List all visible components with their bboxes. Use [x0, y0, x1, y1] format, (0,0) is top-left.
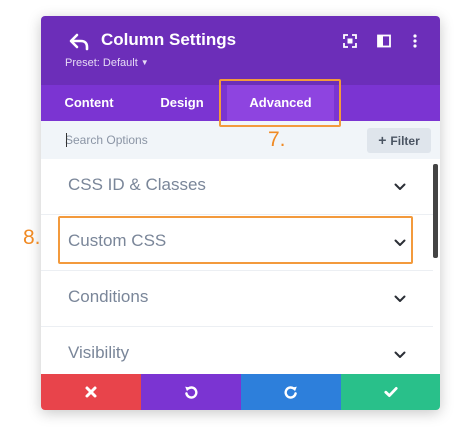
panel-header: Column Settings Preset: Default ▼	[41, 16, 440, 85]
scrollbar[interactable]	[433, 164, 438, 258]
save-button[interactable]	[341, 374, 440, 410]
panel-title: Column Settings	[101, 30, 237, 49]
chevron-down-icon	[394, 239, 406, 246]
back-arrow-icon[interactable]	[67, 31, 91, 53]
section-label: Visibility	[68, 343, 130, 362]
redo-button[interactable]	[241, 374, 341, 410]
section-label: CSS ID & Classes	[68, 175, 206, 194]
tab-content[interactable]: Content	[41, 85, 137, 121]
more-vertical-icon[interactable]	[407, 33, 423, 49]
tab-advanced[interactable]: Advanced	[227, 85, 334, 121]
check-icon	[384, 387, 398, 397]
filter-button[interactable]: + Filter	[367, 128, 431, 153]
sidebar-toggle-icon[interactable]	[376, 33, 392, 49]
option-groups: CSS ID & Classes Custom CSS Conditions V…	[41, 159, 440, 374]
section-custom-css[interactable]: Custom CSS	[41, 215, 433, 271]
preset-selector[interactable]: Preset: Default ▼	[65, 57, 149, 69]
cancel-button[interactable]	[41, 374, 141, 410]
undo-button[interactable]	[141, 374, 241, 410]
section-label: Conditions	[68, 287, 149, 306]
step-number-8: 8.	[23, 226, 41, 249]
chevron-down-icon	[394, 351, 406, 358]
section-visibility[interactable]: Visibility	[41, 327, 433, 374]
chevron-down-icon	[394, 183, 406, 190]
section-css-id-classes[interactable]: CSS ID & Classes	[41, 159, 433, 215]
section-label: Custom CSS	[68, 231, 167, 250]
tab-design[interactable]: Design	[137, 85, 227, 121]
section-conditions[interactable]: Conditions	[41, 271, 433, 327]
preset-label: Preset: Default	[65, 57, 138, 69]
column-settings-panel: Column Settings Preset: Default ▼ Content…	[41, 16, 440, 410]
panel-footer	[41, 374, 440, 410]
search-input[interactable]	[65, 129, 365, 151]
expand-icon[interactable]	[342, 33, 358, 49]
close-x-icon	[85, 386, 97, 398]
undo-icon	[185, 386, 198, 399]
text-cursor	[66, 133, 67, 147]
step-number-7: 7.	[268, 128, 286, 151]
filter-label: Filter	[390, 134, 420, 148]
redo-icon	[284, 386, 297, 399]
plus-icon: +	[378, 132, 387, 148]
caret-down-icon: ▼	[140, 58, 149, 67]
search-bar: +Filter	[41, 121, 440, 159]
chevron-down-icon	[394, 295, 406, 302]
settings-tabs: Content Design Advanced	[41, 85, 440, 121]
